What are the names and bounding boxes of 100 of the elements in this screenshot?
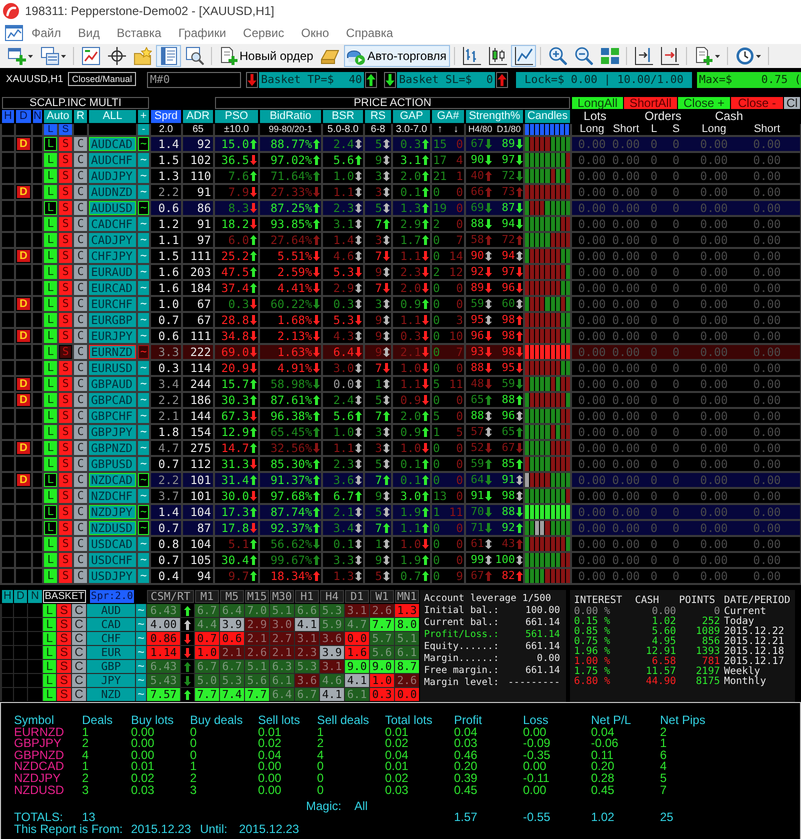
pair-button[interactable]: EURCHF — [89, 297, 136, 311]
close-position-button[interactable]: C — [74, 201, 87, 215]
action-button[interactable]: Cl — [784, 97, 800, 109]
tilde-button[interactable]: ~ — [138, 345, 149, 359]
tilde-button[interactable]: ~ — [138, 265, 149, 279]
close-position-button[interactable]: C — [74, 425, 87, 439]
long-button[interactable]: L — [44, 473, 57, 487]
pair-button[interactable]: GBPCHF — [89, 409, 136, 423]
tilde-button[interactable]: ~ — [136, 632, 146, 645]
d-badge[interactable]: D — [17, 330, 30, 342]
d-badge[interactable]: D — [17, 474, 30, 486]
close-position-button[interactable]: C — [74, 441, 87, 455]
short-button[interactable]: S — [59, 265, 72, 279]
short-button[interactable]: S — [59, 313, 72, 327]
tilde-button[interactable]: ~ — [138, 537, 149, 551]
menu-item[interactable]: Графики — [170, 25, 235, 41]
long-button[interactable]: L — [44, 185, 57, 199]
long-button[interactable]: L — [44, 409, 57, 423]
long-button[interactable]: L — [44, 281, 57, 295]
take-profit-field[interactable]: Basket TP=$ 40 — [259, 72, 364, 88]
line-chart-button[interactable] — [511, 45, 536, 67]
short-button[interactable]: S — [59, 361, 72, 375]
tilde-button[interactable]: ~ — [138, 361, 149, 375]
long-button[interactable]: L — [43, 604, 56, 617]
d-badge[interactable]: D — [17, 378, 30, 390]
pair-button[interactable]: CADCHF — [89, 217, 136, 231]
long-button[interactable]: L — [44, 521, 57, 535]
long-button[interactable]: L — [44, 265, 57, 279]
pair-button[interactable]: GBPNZD — [89, 441, 136, 455]
short-button[interactable]: S — [59, 457, 72, 471]
tilde-button[interactable]: ~ — [138, 137, 149, 151]
long-button[interactable]: L — [44, 137, 57, 151]
close-position-button[interactable]: C — [74, 185, 87, 199]
tilde-button[interactable]: ~ — [136, 674, 146, 687]
tilde-button[interactable]: ~ — [138, 313, 149, 327]
action-button[interactable]: Close - — [731, 97, 783, 109]
tilde-button[interactable]: ~ — [138, 329, 149, 343]
close-position-button[interactable]: C — [72, 674, 86, 687]
long-button[interactable]: L — [44, 345, 57, 359]
short-button[interactable]: S — [59, 345, 72, 359]
pair-button[interactable]: GBPJPY — [89, 425, 136, 439]
tilde-button[interactable]: ~ — [138, 409, 149, 423]
short-button[interactable]: S — [59, 185, 72, 199]
short-button[interactable]: S — [57, 604, 71, 617]
currency-button[interactable]: GBP — [87, 660, 135, 673]
tilde-button[interactable]: ~ — [138, 441, 149, 455]
close-position-button[interactable]: C — [72, 646, 86, 659]
pair-button[interactable]: AUDCAD — [89, 137, 136, 151]
tilde-button[interactable]: ~ — [136, 646, 146, 659]
long-button[interactable]: L — [44, 217, 57, 231]
short-button[interactable]: S — [57, 632, 71, 645]
long-button[interactable]: L — [44, 169, 57, 183]
tilde-button[interactable]: ~ — [138, 569, 149, 583]
tilde-button[interactable]: ~ — [136, 618, 146, 631]
pair-button[interactable]: NZDCAD — [89, 473, 136, 487]
pair-button[interactable]: EURGBP — [89, 313, 136, 327]
close-position-button[interactable]: C — [72, 604, 86, 617]
long-button[interactable]: L — [44, 329, 57, 343]
currency-button[interactable]: NZD — [87, 688, 135, 701]
short-button[interactable]: S — [57, 646, 71, 659]
pair-button[interactable]: AUDUSD — [89, 201, 136, 215]
tilde-button[interactable]: ~ — [138, 169, 149, 183]
short-button[interactable]: S — [59, 569, 72, 583]
navigator-button[interactable] — [156, 45, 181, 67]
short-button[interactable]: S — [59, 153, 72, 167]
long-button[interactable]: L — [44, 393, 57, 407]
tilde-button[interactable]: ~ — [138, 249, 149, 263]
pair-button[interactable]: NZDCHF — [89, 489, 136, 503]
close-position-button[interactable]: C — [74, 489, 87, 503]
close-position-button[interactable]: C — [74, 169, 87, 183]
currency-button[interactable]: EUR — [87, 646, 135, 659]
close-position-button[interactable]: C — [74, 249, 87, 263]
pair-button[interactable]: GBPUSD — [89, 457, 136, 471]
short-button[interactable]: S — [59, 521, 72, 535]
currency-button[interactable]: JPY — [87, 674, 135, 687]
long-button[interactable]: L — [44, 425, 57, 439]
close-position-button[interactable]: C — [74, 457, 87, 471]
long-button[interactable]: L — [44, 489, 57, 503]
pair-button[interactable]: EURUSD — [89, 361, 136, 375]
menu-item[interactable]: Вставка — [108, 25, 170, 41]
close-position-button[interactable]: C — [74, 329, 87, 343]
close-position-button[interactable]: C — [74, 569, 87, 583]
short-button[interactable]: S — [59, 537, 72, 551]
action-button[interactable]: Close + — [678, 97, 730, 109]
short-button[interactable]: S — [59, 393, 72, 407]
down-arrow-icon[interactable] — [384, 72, 396, 88]
tilde-button[interactable]: ~ — [138, 553, 149, 567]
close-position-button[interactable]: C — [74, 473, 87, 487]
tilde-button[interactable]: ~ — [138, 217, 149, 231]
close-position-button[interactable]: C — [72, 632, 86, 645]
tilde-button[interactable]: ~ — [138, 521, 149, 535]
close-position-button[interactable]: C — [74, 313, 87, 327]
d-badge[interactable]: D — [17, 186, 30, 198]
d-badge[interactable]: D — [17, 394, 30, 406]
short-button[interactable]: S — [59, 169, 72, 183]
tilde-button[interactable]: ~ — [138, 201, 149, 215]
tilde-button[interactable]: ~ — [138, 233, 149, 247]
long-button[interactable]: L — [44, 297, 57, 311]
close-position-button[interactable]: C — [74, 361, 87, 375]
tilde-button[interactable]: ~ — [138, 153, 149, 167]
